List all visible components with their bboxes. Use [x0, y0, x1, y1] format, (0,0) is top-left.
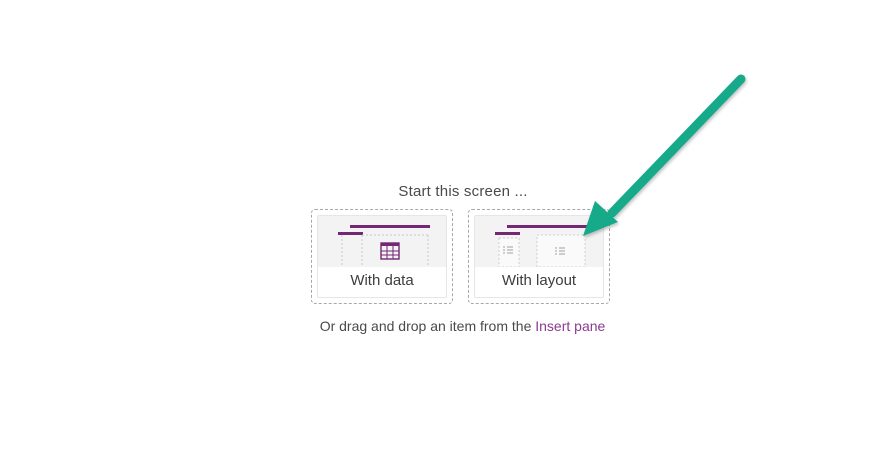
annotation-arrow-icon [583, 74, 746, 236]
canvas: Start this screen ... With data With lay… [0, 0, 890, 460]
